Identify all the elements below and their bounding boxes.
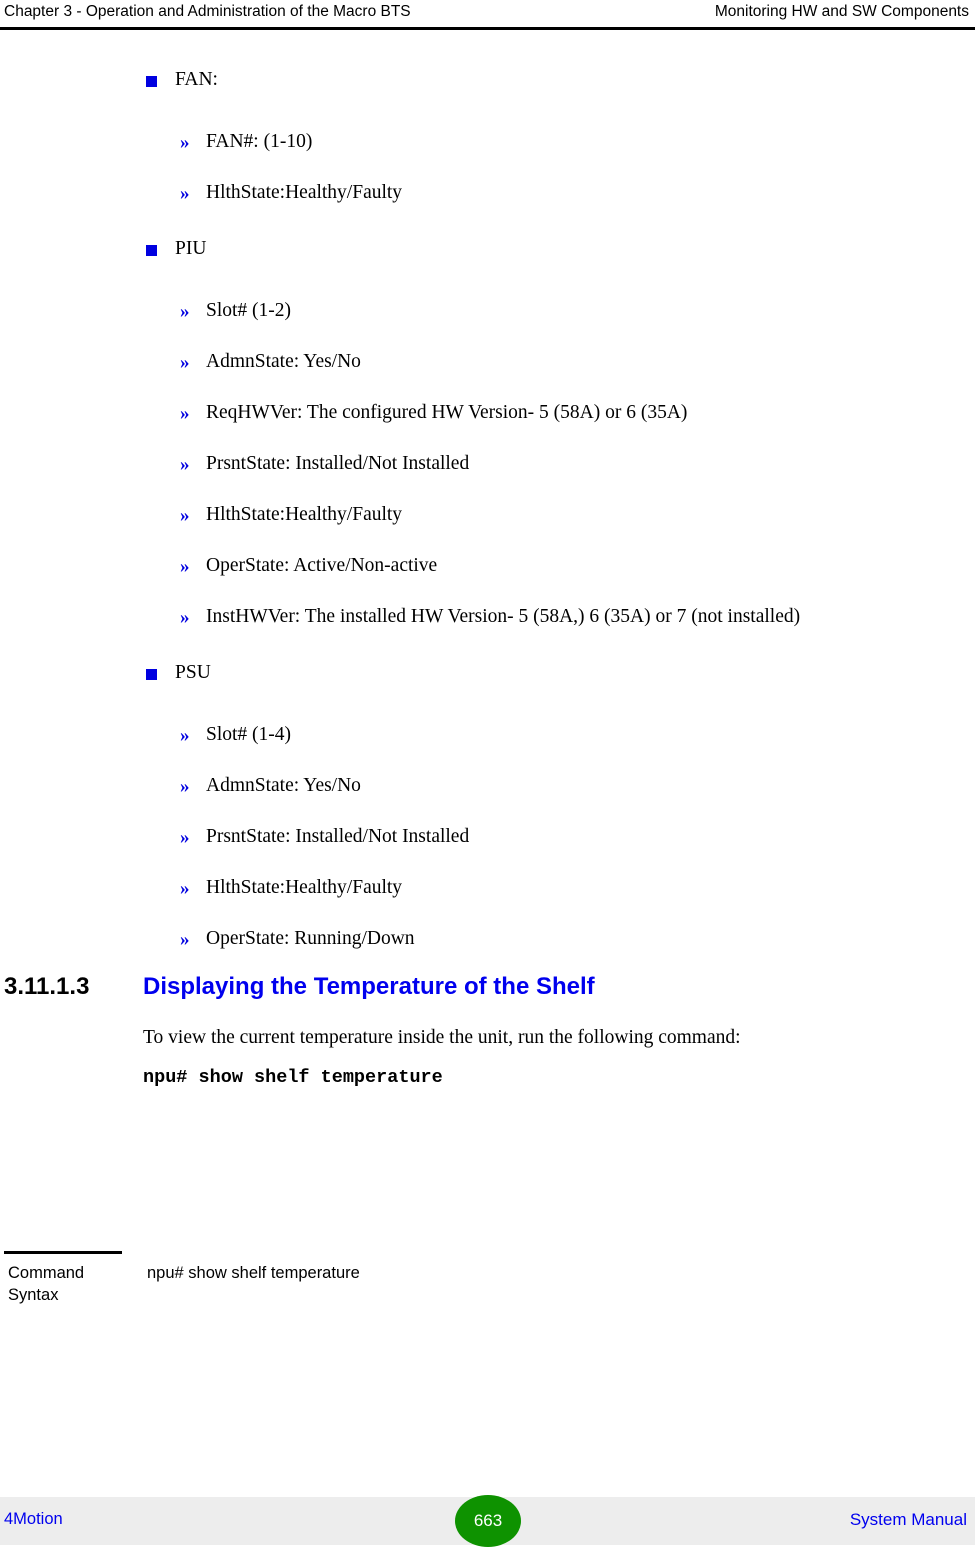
square-bullet-icon: [146, 245, 157, 256]
list-item: » OperState: Running/Down: [0, 927, 975, 951]
footer-manual-name[interactable]: System Manual: [850, 1510, 967, 1530]
bullet-group-title-text: PSU: [175, 662, 211, 683]
list-item-label: OperState: Active/Non-active: [206, 555, 438, 576]
document-content: FAN: » FAN#: (1-10) » HlthState:Healthy/…: [0, 30, 975, 1091]
page-footer: 4Motion 663 System Manual: [0, 1495, 975, 1547]
bullet-group-title: FAN:: [0, 68, 975, 92]
chevron-double-right-icon: »: [180, 776, 190, 797]
list-item: » FAN#: (1-10): [0, 130, 975, 154]
list-item-label: HlthState:Healthy/Faulty: [206, 504, 403, 525]
footer-product-name[interactable]: 4Motion: [4, 1510, 63, 1529]
list-item: » PrsntState: Installed/Not Installed: [0, 452, 975, 476]
chevron-double-right-icon: »: [180, 878, 190, 899]
chevron-double-right-icon: »: [180, 454, 190, 475]
list-item-label: PrsntState: Installed/Not Installed: [206, 826, 470, 847]
list-item: » OperState: Active/Non-active: [0, 554, 975, 578]
list-item-label: AdmnState: Yes/No: [206, 775, 361, 796]
page-number-badge: 663: [455, 1495, 521, 1547]
section-heading: 3.11.1.3 Displaying the Temperature of t…: [0, 973, 975, 1011]
chevron-double-right-icon: »: [180, 827, 190, 848]
header-section-title: Monitoring HW and SW Components: [714, 3, 969, 20]
list-item-label: Slot# (1-2): [206, 300, 292, 321]
list-item-label: Slot# (1-4): [206, 724, 292, 745]
list-item-label: HlthState:Healthy/Faulty: [206, 877, 403, 898]
list-item: » PrsntState: Installed/Not Installed: [0, 825, 975, 849]
chevron-double-right-icon: »: [180, 505, 190, 526]
list-item: » InstHWVer: The installed HW Version- 5…: [0, 605, 975, 629]
list-item: » HlthState:Healthy/Faulty: [0, 181, 975, 205]
list-item: » AdmnState: Yes/No: [0, 350, 975, 374]
bullet-group-title: PSU: [0, 661, 975, 685]
command-syntax-label-line2: Syntax: [8, 1286, 59, 1304]
list-item-label: PrsntState: Installed/Not Installed: [206, 453, 470, 474]
bullet-group-title-text: FAN:: [175, 69, 218, 90]
list-item: » Slot# (1-4): [0, 723, 975, 747]
table-top-rule: [4, 1251, 122, 1254]
list-item: » ReqHWVer: The configured HW Version- 5…: [0, 401, 975, 425]
chevron-double-right-icon: »: [180, 352, 190, 373]
list-item-label: ReqHWVer: The configured HW Version- 5 (…: [206, 402, 688, 423]
command-code: npu# show shelf temperature: [143, 1067, 443, 1088]
page-header: Chapter 3 - Operation and Administration…: [0, 0, 975, 26]
list-item: » AdmnState: Yes/No: [0, 774, 975, 798]
chevron-double-right-icon: »: [180, 725, 190, 746]
list-item-label: AdmnState: Yes/No: [206, 351, 361, 372]
square-bullet-icon: [146, 669, 157, 680]
chevron-double-right-icon: »: [180, 556, 190, 577]
list-item-label: InstHWVer: The installed HW Version- 5 (…: [206, 606, 801, 627]
chevron-double-right-icon: »: [180, 403, 190, 424]
chevron-double-right-icon: »: [180, 132, 190, 153]
square-bullet-icon: [146, 76, 157, 87]
header-chapter-title: Chapter 3 - Operation and Administration…: [4, 3, 411, 20]
section-number: 3.11.1.3: [4, 973, 90, 1000]
list-item-label: OperState: Running/Down: [206, 928, 415, 949]
list-item: » HlthState:Healthy/Faulty: [0, 876, 975, 900]
list-item-label: HlthState:Healthy/Faulty: [206, 182, 403, 203]
section-title[interactable]: Displaying the Temperature of the Shelf: [143, 973, 595, 1001]
list-item: » HlthState:Healthy/Faulty: [0, 503, 975, 527]
list-item-label: FAN#: (1-10): [206, 131, 313, 152]
bullet-group-title: PIU: [0, 237, 975, 261]
chevron-double-right-icon: »: [180, 607, 190, 628]
bullet-group-title-text: PIU: [175, 238, 207, 259]
chevron-double-right-icon: »: [180, 183, 190, 204]
command-syntax-value: npu# show shelf temperature: [147, 1264, 360, 1282]
paragraph: To view the current temperature inside t…: [143, 1027, 741, 1048]
command-syntax-label: Command Syntax: [8, 1262, 133, 1306]
chevron-double-right-icon: »: [180, 929, 190, 950]
list-item: » Slot# (1-2): [0, 299, 975, 323]
chevron-double-right-icon: »: [180, 301, 190, 322]
command-syntax-label-line1: Command: [8, 1264, 85, 1282]
